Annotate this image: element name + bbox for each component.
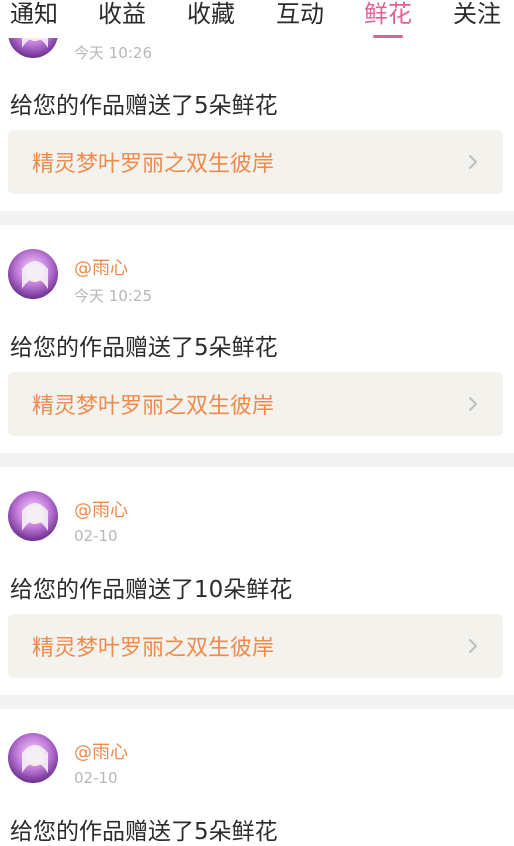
separator [0,211,514,225]
timestamp: 02-10 [74,527,118,545]
chevron-right-icon [469,397,477,411]
anime-avatar-icon [8,733,58,783]
username-link[interactable]: @雨心 [74,738,128,764]
timestamp: 今天 10:26 [74,44,152,62]
work-title: 精灵梦叶罗丽之双生彼岸 [32,394,275,419]
flower-message: 给您的作品赠送了10朵鲜花 [10,577,293,603]
avatar[interactable] [8,249,58,299]
username-link[interactable]: @雨心 [74,254,128,280]
work-title: 精灵梦叶罗丽之双生彼岸 [32,152,275,177]
flower-message: 给您的作品赠送了5朵鲜花 [10,335,278,361]
username-link[interactable]: @雨心 [74,496,128,522]
tab-notifications[interactable]: 通知 [10,0,58,30]
flower-message: 给您的作品赠送了5朵鲜花 [10,93,278,119]
timestamp: 02-10 [74,769,118,787]
flower-message: 给您的作品赠送了5朵鲜花 [10,819,278,845]
tab-earnings[interactable]: 收益 [98,0,146,30]
avatar[interactable] [8,733,58,783]
tab-flowers[interactable]: 鲜花 [364,0,412,30]
separator [0,695,514,709]
chevron-right-icon [469,155,477,169]
work-link[interactable]: 精灵梦叶罗丽之双生彼岸 [8,372,503,436]
work-title: 精灵梦叶罗丽之双生彼岸 [32,636,275,661]
tab-following[interactable]: 关注 [453,0,501,30]
flower-card: @雨心 今天 10:25 给您的作品赠送了5朵鲜花 精灵梦叶罗丽之双生彼岸 [0,225,514,453]
anime-avatar-icon [8,491,58,541]
chevron-right-icon [469,639,477,653]
timestamp: 今天 10:25 [74,287,152,305]
tab-interactions[interactable]: 互动 [276,0,324,30]
top-tab-bar: 通知 收益 收藏 互动 鲜花 关注 [0,0,514,38]
work-link[interactable]: 精灵梦叶罗丽之双生彼岸 [8,614,503,678]
avatar[interactable] [8,491,58,541]
flower-card: @雨心 02-10 给您的作品赠送了10朵鲜花 精灵梦叶罗丽之双生彼岸 [0,467,514,695]
tab-favorites[interactable]: 收藏 [187,0,235,30]
separator [0,453,514,467]
active-tab-indicator [373,35,403,38]
work-link[interactable]: 精灵梦叶罗丽之双生彼岸 [8,130,503,194]
anime-avatar-icon [8,249,58,299]
flower-card: @雨心 02-10 给您的作品赠送了5朵鲜花 [0,709,514,845]
